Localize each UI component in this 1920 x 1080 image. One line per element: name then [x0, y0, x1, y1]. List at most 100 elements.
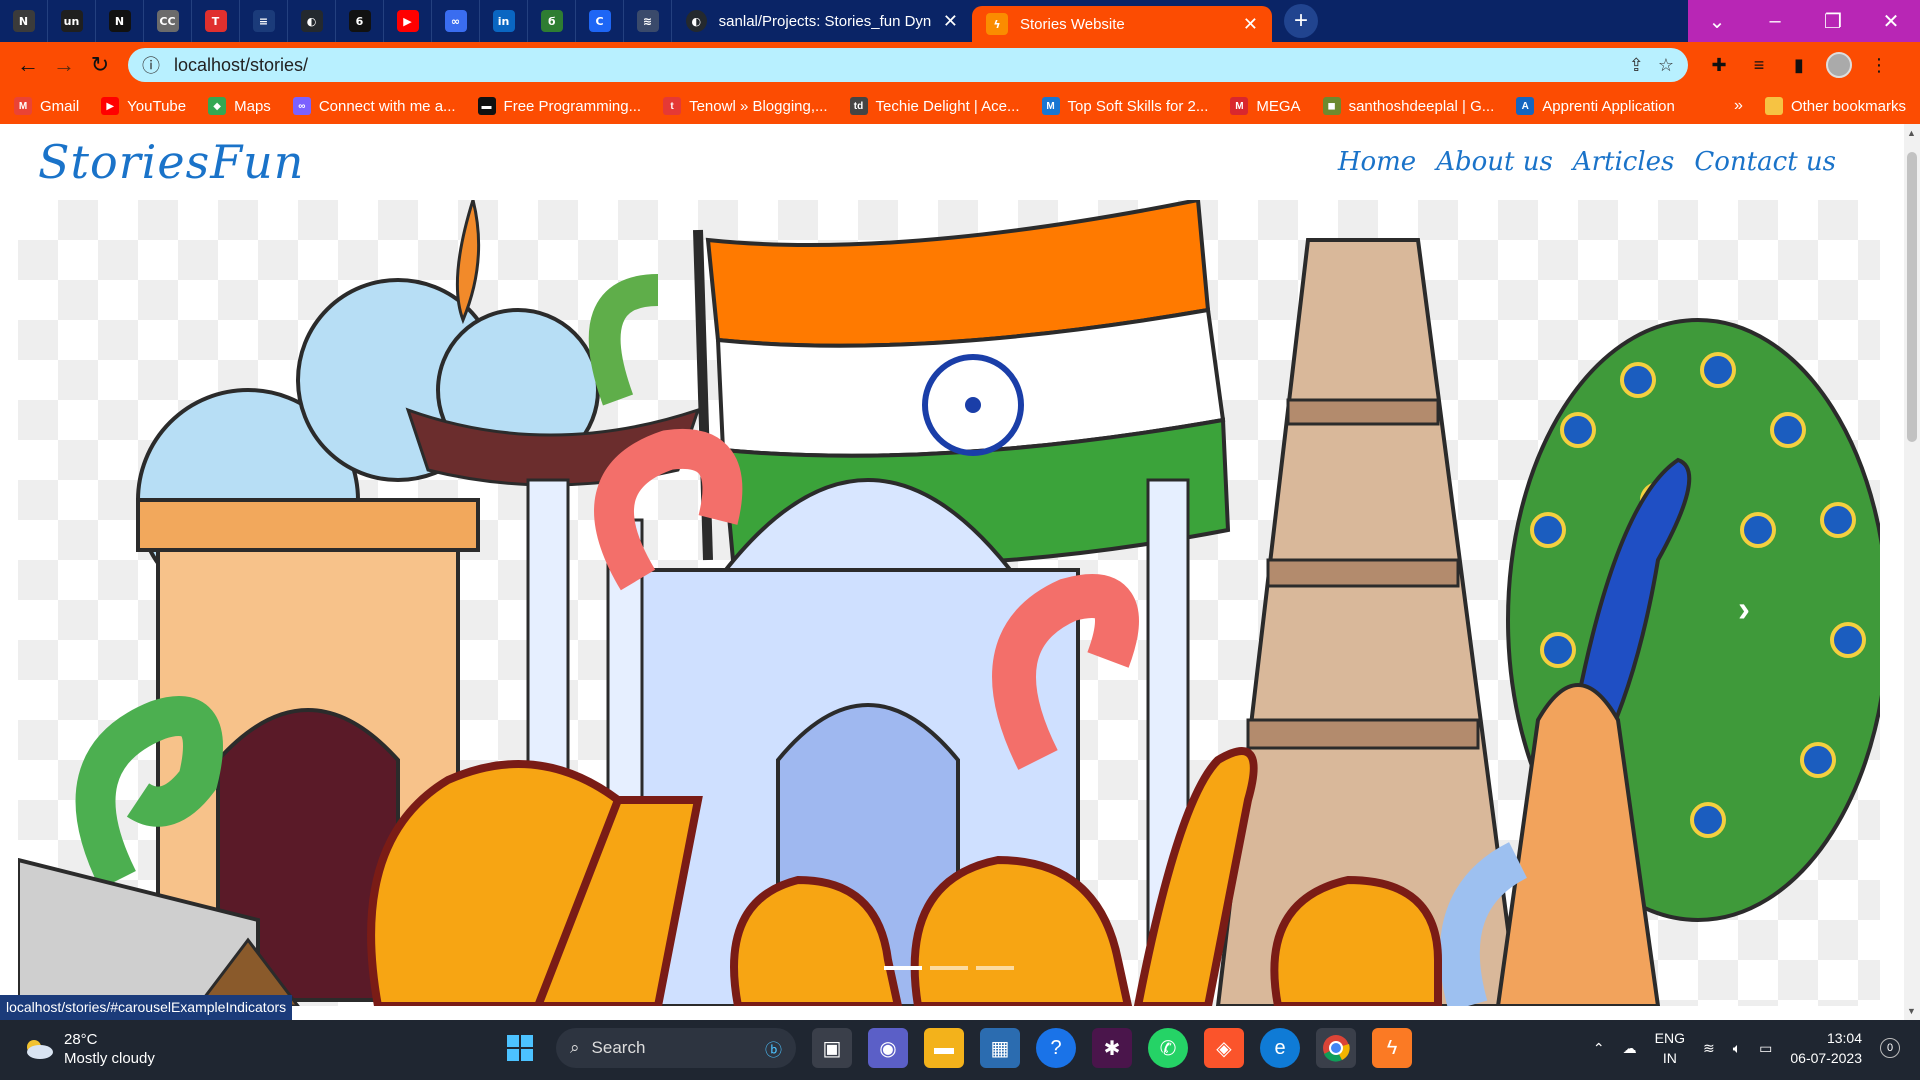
- pinned-tab[interactable]: ∞: [432, 0, 480, 42]
- brave-icon[interactable]: ◈: [1204, 1028, 1244, 1068]
- extensions-icon[interactable]: ✚: [1706, 52, 1732, 78]
- other-bookmarks-label: Other bookmarks: [1790, 97, 1906, 115]
- other-bookmarks[interactable]: Other bookmarks: [1764, 97, 1906, 115]
- wifi-icon[interactable]: ≋: [1703, 1040, 1715, 1057]
- scroll-down-icon[interactable]: ▼: [1907, 1006, 1916, 1016]
- slack-icon[interactable]: ✱: [1092, 1028, 1132, 1068]
- reload-button[interactable]: ↻: [82, 47, 118, 83]
- bookmark-favicon-icon: ◆: [208, 97, 227, 115]
- site-info-icon[interactable]: ⓘ: [142, 52, 160, 78]
- restore-button[interactable]: ❐: [1804, 0, 1862, 42]
- bookmark-item[interactable]: ▬ Free Programming...: [477, 97, 641, 115]
- whatsapp-icon[interactable]: ✆: [1148, 1028, 1188, 1068]
- chevron-up-icon[interactable]: ⌃: [1593, 1040, 1605, 1057]
- tuf-icon: T: [204, 10, 227, 32]
- bookmark-item[interactable]: td Techie Delight | Ace...: [849, 97, 1020, 115]
- onedrive-cloud-icon[interactable]: ☁: [1623, 1040, 1637, 1057]
- pinned-tab[interactable]: T: [192, 0, 240, 42]
- site-brand[interactable]: StoriesFun: [38, 135, 304, 189]
- bing-icon: ⓑ: [765, 1040, 782, 1060]
- scroll-thumb[interactable]: [1907, 152, 1917, 442]
- tab-search-icon[interactable]: ⌄: [1688, 0, 1746, 42]
- nav-articles[interactable]: Articles: [1573, 147, 1675, 177]
- bookmark-item[interactable]: M MEGA: [1230, 97, 1301, 115]
- bookmark-item[interactable]: ◆ Maps: [208, 97, 271, 115]
- pinned-tab[interactable]: C: [576, 0, 624, 42]
- new-tab-button[interactable]: +: [1284, 4, 1318, 38]
- nav-contact-us[interactable]: Contact us: [1694, 147, 1836, 177]
- share-icon[interactable]: ⇪: [1629, 55, 1644, 76]
- bookmark-item[interactable]: ∞ Connect with me a...: [292, 97, 456, 115]
- carousel-indicator-1[interactable]: [884, 966, 922, 970]
- battery-icon[interactable]: ▭: [1759, 1040, 1772, 1057]
- edge-icon[interactable]: e: [1260, 1028, 1300, 1068]
- pinned-tab[interactable]: CC: [144, 0, 192, 42]
- status-bar-url: localhost/stories/#carouselExampleIndica…: [0, 995, 293, 1020]
- xampp-icon[interactable]: ϟ: [1372, 1028, 1412, 1068]
- close-icon[interactable]: ✕: [1243, 14, 1258, 35]
- teams-meet-icon[interactable]: ◉: [868, 1028, 908, 1068]
- microsoft-store-icon[interactable]: ▦: [980, 1028, 1020, 1068]
- pinned-tab[interactable]: ϭ: [528, 0, 576, 42]
- bookmark-favicon-icon: ▶: [101, 97, 120, 115]
- bookmark-item[interactable]: M Gmail: [14, 97, 79, 115]
- clock[interactable]: 13:04 06-07-2023: [1790, 1028, 1862, 1068]
- bookmark-item[interactable]: ▶ YouTube: [101, 97, 186, 115]
- carousel-indicator-2[interactable]: [930, 966, 968, 970]
- carousel[interactable]: ‹ ›: [18, 200, 1880, 1006]
- minimize-button[interactable]: –: [1746, 0, 1804, 42]
- side-panel-icon[interactable]: ▮: [1786, 52, 1812, 78]
- back-button[interactable]: ←: [10, 47, 46, 83]
- nav-links: Home About us Articles Contact us: [1338, 147, 1836, 177]
- pinned-tab[interactable]: ≋: [624, 0, 672, 42]
- bookmark-item[interactable]: t Tenowl » Blogging,...: [663, 97, 828, 115]
- pinned-tab[interactable]: 6: [336, 0, 384, 42]
- address-bar[interactable]: ⓘ localhost/stories/ ⇪ ☆: [128, 48, 1688, 82]
- nav-about-us[interactable]: About us: [1436, 147, 1553, 177]
- pinned-tab[interactable]: ≡: [240, 0, 288, 42]
- windows-start-icon[interactable]: [500, 1028, 540, 1068]
- notification-count[interactable]: 0: [1880, 1038, 1900, 1058]
- carousel-indicator-3[interactable]: [976, 966, 1014, 970]
- weather-widget[interactable]: 28°C Mostly cloudy: [22, 1030, 155, 1068]
- language-indicator[interactable]: ENG IN: [1655, 1028, 1685, 1068]
- task-view-icon[interactable]: ▣: [812, 1028, 852, 1068]
- scroll-up-icon[interactable]: ▲: [1907, 128, 1916, 138]
- url-text[interactable]: localhost/stories/: [174, 55, 1615, 76]
- help-icon[interactable]: ?: [1036, 1028, 1076, 1068]
- pinned-tab[interactable]: N: [96, 0, 144, 42]
- close-window-button[interactable]: ✕: [1862, 0, 1920, 42]
- bookmark-item[interactable]: A Apprenti Application: [1516, 97, 1675, 115]
- bookmark-star-icon[interactable]: ☆: [1658, 55, 1674, 76]
- tab-github-projects[interactable]: ◐ sanlal/Projects: Stories_fun Dynar ✕: [672, 0, 972, 42]
- pinned-tab[interactable]: un: [48, 0, 96, 42]
- india-illustration: [18, 200, 1880, 1006]
- taskbar-search[interactable]: ⌕ Search ⓑ: [556, 1028, 796, 1068]
- media-controls-icon[interactable]: ≡: [1746, 52, 1772, 78]
- pinned-tab[interactable]: ▶: [384, 0, 432, 42]
- close-icon[interactable]: ✕: [943, 11, 958, 32]
- pinned-tab[interactable]: ◐: [288, 0, 336, 42]
- bookmark-label: Top Soft Skills for 2...: [1067, 97, 1209, 115]
- bookmark-item[interactable]: M Top Soft Skills for 2...: [1041, 97, 1209, 115]
- bookmark-item[interactable]: ◼ santhoshdeeplal | G...: [1322, 97, 1494, 115]
- profile-avatar[interactable]: [1826, 52, 1852, 78]
- nu-icon: N: [108, 10, 131, 32]
- volume-icon[interactable]: 🔈︎: [1733, 1040, 1741, 1057]
- file-explorer-icon[interactable]: ▬: [924, 1028, 964, 1068]
- page-scrollbar[interactable]: ▲ ▼: [1904, 124, 1920, 1020]
- bookmarks-bar: M Gmail ▶ YouTube ◆ Maps ∞ Connect with me a...…: [0, 88, 1920, 124]
- tab-stories-website[interactable]: ϟ Stories Website ✕: [972, 6, 1272, 42]
- nav-home[interactable]: Home: [1338, 147, 1416, 177]
- c-icon: C: [588, 10, 611, 32]
- chrome-icon[interactable]: [1316, 1028, 1356, 1068]
- bookmark-favicon-icon: t: [663, 97, 682, 115]
- pinned-tab[interactable]: in: [480, 0, 528, 42]
- forward-button[interactable]: →: [46, 47, 82, 83]
- carousel-next-button[interactable]: ›: [1738, 588, 1750, 630]
- menu-icon[interactable]: ⋮: [1866, 52, 1892, 78]
- more-bookmarks-icon[interactable]: »: [1734, 97, 1743, 115]
- clock-time: 13:04: [1826, 1030, 1862, 1046]
- pinned-tabs: Nun N CC T ≡ ◐ 6 ▶ ∞ in ϭ C ≋: [0, 0, 672, 42]
- pinned-tab[interactable]: N: [0, 0, 48, 42]
